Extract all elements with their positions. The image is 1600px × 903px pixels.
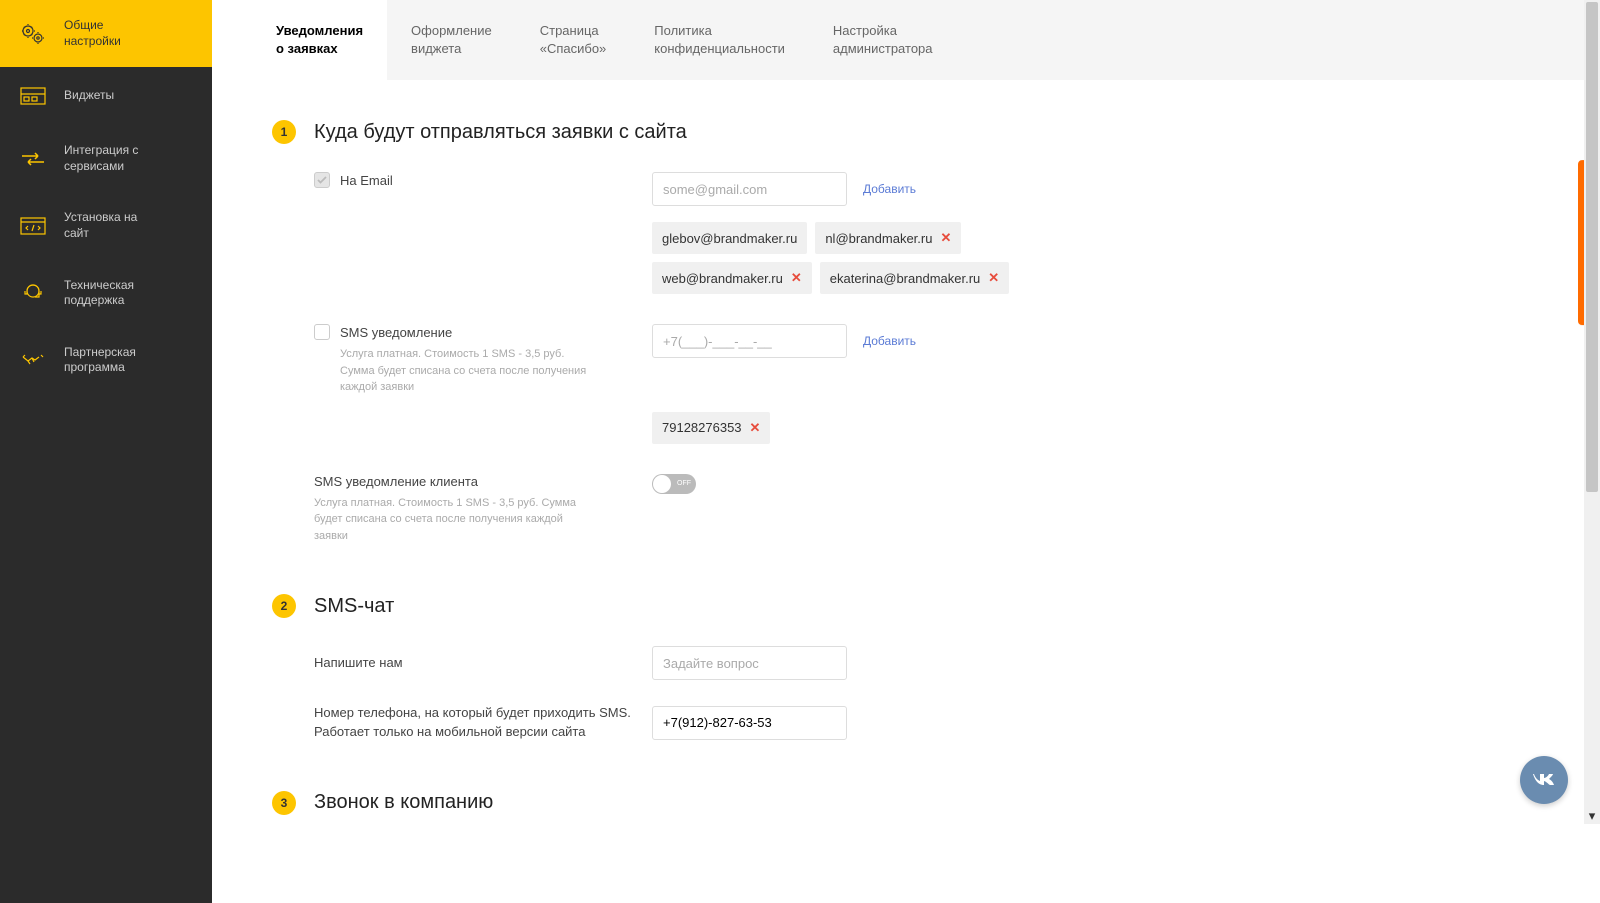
tab-thankyou[interactable]: Страница «Спасибо»	[516, 0, 631, 80]
email-checkbox[interactable]	[314, 172, 330, 188]
phone-tags: 79128276353 ✕	[652, 412, 770, 444]
sidebar-item-label: Партнерская программа	[64, 345, 136, 376]
section-title: SMS-чат	[314, 595, 394, 618]
gears-icon	[20, 23, 46, 45]
section-destinations: 1 Куда будут отправляться заявки с сайта…	[272, 120, 1252, 544]
tab-label-line2: о заявках	[276, 40, 363, 58]
widgets-icon	[20, 85, 46, 107]
sidebar-item-integration[interactable]: Интеграция с сервисами	[0, 125, 212, 192]
tab-label-line2: виджета	[411, 40, 492, 58]
remove-tag-icon[interactable]: ✕	[940, 230, 951, 246]
support-icon	[20, 282, 46, 304]
sms-hint: Услуга платная. Стоимость 1 SMS - 3,5 ру…	[314, 346, 594, 396]
tab-label-line1: Оформление	[411, 22, 492, 40]
tab-privacy[interactable]: Политика конфиденциальности	[630, 0, 809, 80]
sidebar-item-general[interactable]: Общие настройки	[0, 0, 212, 67]
toggle-knob	[653, 475, 671, 493]
partner-icon	[20, 349, 46, 371]
sidebar-item-label: Виджеты	[64, 88, 114, 104]
tab-label-line1: Настройка	[833, 22, 933, 40]
remove-tag-icon[interactable]: ✕	[988, 270, 999, 286]
section-sms-chat: 2 SMS-чат Напишите нам Номер телефона, н…	[272, 594, 1252, 740]
section-title: Звонок в компанию	[314, 791, 493, 814]
tab-admin[interactable]: Настройка администратора	[809, 0, 957, 80]
email-checkbox-label: На Email	[340, 173, 393, 188]
add-email-link[interactable]: Добавить	[863, 182, 916, 196]
sidebar-item-label: Установка на сайт	[64, 210, 137, 241]
write-us-label: Напишите нам	[272, 654, 652, 672]
section-number-badge: 3	[272, 791, 296, 815]
tab-widget-design[interactable]: Оформление виджета	[387, 0, 516, 80]
tab-label-line2: администратора	[833, 40, 933, 58]
install-icon	[20, 215, 46, 237]
remove-tag-icon[interactable]: ✕	[791, 270, 802, 286]
email-tag-text: glebov@brandmaker.ru	[662, 231, 797, 246]
main-content: Уведомления о заявках Оформление виджета…	[212, 0, 1600, 903]
sms-checkbox[interactable]	[314, 324, 330, 340]
sidebar-item-widgets[interactable]: Виджеты	[0, 67, 212, 125]
sms-phone-label: Номер телефона, на который будет приходи…	[272, 704, 652, 740]
scrollbar[interactable]: ▴ ▾	[1584, 0, 1600, 824]
section-number-badge: 1	[272, 120, 296, 144]
email-tag: glebov@brandmaker.ru	[652, 222, 807, 254]
sms-checkbox-label: SMS уведомление	[340, 325, 452, 340]
sidebar-item-support[interactable]: Техническая поддержка	[0, 260, 212, 327]
sms-client-hint: Услуга платная. Стоимость 1 SMS - 3,5 ру…	[314, 495, 594, 545]
phone-tag: 79128276353 ✕	[652, 412, 770, 444]
sms-client-label: SMS уведомление клиента	[314, 474, 652, 489]
email-tag: ekaterina@brandmaker.ru ✕	[820, 262, 1009, 294]
email-tag: web@brandmaker.ru ✕	[652, 262, 812, 294]
sidebar-item-install[interactable]: Установка на сайт	[0, 192, 212, 259]
tab-label-line1: Политика	[654, 22, 785, 40]
tab-notifications[interactable]: Уведомления о заявках	[252, 0, 387, 80]
section-number-badge: 2	[272, 594, 296, 618]
tab-label-line2: конфиденциальности	[654, 40, 785, 58]
remove-tag-icon[interactable]: ✕	[750, 420, 761, 436]
add-phone-link[interactable]: Добавить	[863, 334, 916, 348]
section-call-company: 3 Звонок в компанию	[272, 791, 1252, 815]
section-title: Куда будут отправляться заявки с сайта	[314, 121, 687, 144]
phone-tag-text: 79128276353	[662, 420, 742, 435]
tab-label-line1: Страница	[540, 22, 607, 40]
sidebar-item-label: Интеграция с сервисами	[64, 143, 138, 174]
email-tag-text: ekaterina@brandmaker.ru	[830, 271, 981, 286]
email-tag: nl@brandmaker.ru ✕	[815, 222, 961, 254]
sidebar-item-label: Общие настройки	[64, 18, 121, 49]
email-tags: glebov@brandmaker.ru nl@brandmaker.ru ✕ …	[652, 222, 1012, 294]
tab-label-line1: Уведомления	[276, 22, 363, 40]
sms-client-toggle[interactable]: OFF	[652, 474, 696, 494]
write-us-input[interactable]	[652, 646, 847, 680]
toggle-off-text: OFF	[677, 480, 691, 487]
integration-icon	[20, 148, 46, 170]
sms-phone-input[interactable]	[652, 324, 847, 358]
sidebar: Общие настройки Виджеты Интеграция с сер…	[0, 0, 212, 903]
scrollbar-thumb[interactable]	[1586, 2, 1598, 492]
sms-phone-value-input[interactable]	[652, 706, 847, 740]
scroll-down-arrow[interactable]: ▾	[1584, 808, 1600, 824]
sidebar-item-label: Техническая поддержка	[64, 278, 134, 309]
vk-chat-button[interactable]	[1520, 756, 1568, 804]
tab-label-line2: «Спасибо»	[540, 40, 607, 58]
email-tag-text: nl@brandmaker.ru	[825, 231, 932, 246]
email-tag-text: web@brandmaker.ru	[662, 271, 783, 286]
tabs-bar: Уведомления о заявках Оформление виджета…	[252, 0, 1600, 80]
sidebar-item-partner[interactable]: Партнерская программа	[0, 327, 212, 394]
email-input[interactable]	[652, 172, 847, 206]
